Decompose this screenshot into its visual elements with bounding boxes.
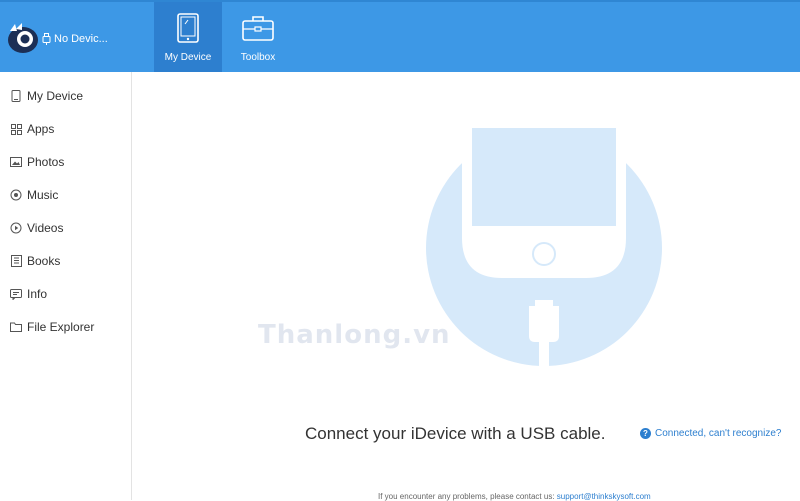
help-link[interactable]: ? Connected, can't recognize? [640,428,781,439]
apps-grid-icon [10,123,22,135]
connect-message: Connect your iDevice with a USB cable. [305,424,606,443]
sidebar-item-my-device[interactable]: My Device [10,87,83,105]
device-status[interactable]: No Devic... [42,33,108,45]
folder-icon [10,322,22,332]
sidebar-item-music[interactable]: Music [10,186,58,204]
sidebar-item-label: Music [27,188,59,202]
tab-label: Toolbox [240,52,276,63]
main-content: Thanlong.vn Connect your iDevice with a … [132,72,800,501]
sidebar-item-apps[interactable]: Apps [10,120,54,138]
sidebar-item-label: Apps [27,122,55,136]
app-logo-icon [8,23,38,53]
book-icon [10,255,22,267]
tab-toolbox[interactable]: Toolbox [224,2,292,72]
sidebar-item-label: My Device [27,89,84,103]
video-icon [10,222,22,234]
sidebar-item-info[interactable]: Info [10,285,47,303]
connect-device-illustration-icon [426,128,662,368]
toolbox-icon [242,16,274,41]
device-status-label: No Devic... [54,33,108,45]
top-bar: No Devic... My Device Toolbox [0,0,800,72]
sidebar-item-label: Photos [27,155,65,169]
music-icon [10,189,22,201]
sidebar-item-label: File Explorer [27,320,95,334]
tablet-icon [177,13,199,43]
sidebar: My Device Apps Photos Music Videos Books… [0,72,132,500]
sidebar-item-label: Info [27,287,48,301]
device-icon [11,90,21,102]
usb-icon [42,33,51,45]
sidebar-item-file-explorer[interactable]: File Explorer [10,318,94,336]
info-icon [10,288,22,300]
tab-label: My Device [164,52,212,63]
sidebar-item-label: Videos [27,221,64,235]
question-icon: ? [640,428,651,439]
sidebar-item-books[interactable]: Books [10,252,60,270]
tab-my-device[interactable]: My Device [154,2,222,72]
sidebar-item-videos[interactable]: Videos [10,219,63,237]
watermark-text: Thanlong.vn [258,320,451,350]
sidebar-item-label: Books [27,254,61,268]
sidebar-item-photos[interactable]: Photos [10,153,64,171]
help-link-label: Connected, can't recognize? [655,428,782,439]
photo-icon [10,157,22,167]
